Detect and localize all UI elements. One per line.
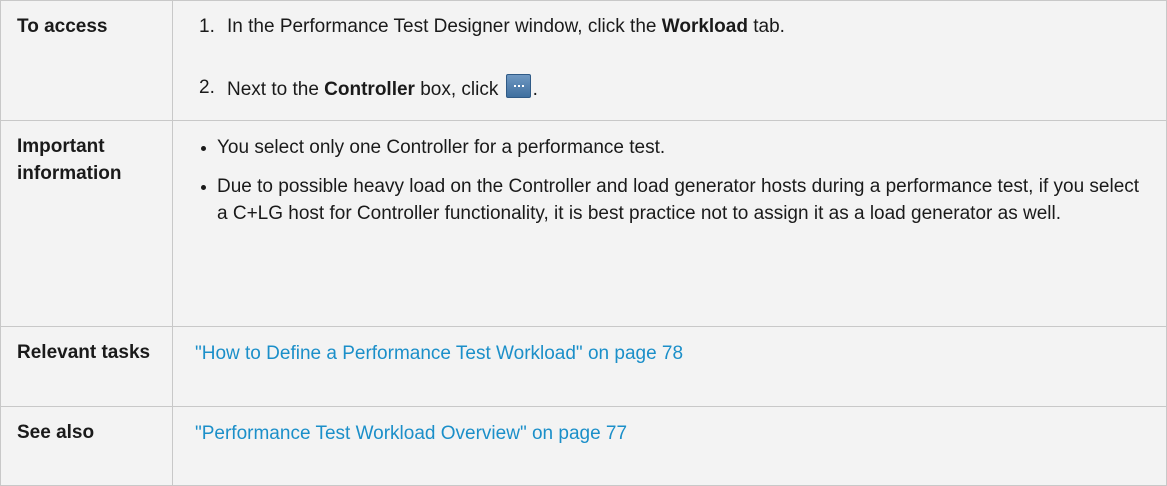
row-see-also: See also "Performance Test Workload Over… [0,406,1167,486]
workload-overview-link[interactable]: "Performance Test Workload Overview" on … [195,423,627,444]
bullet-list: You select only one Controller for a per… [195,134,1146,227]
row-label-to-access: To access [0,0,173,121]
see-also-cell: "Performance Test Workload Overview" on … [172,406,1167,486]
row-label-important-information: Important information [0,120,173,327]
step-text: Next to the [227,79,325,100]
step-text: tab. [747,16,785,37]
info-table: To access 1. In the Performance Test Des… [0,0,1167,486]
step-text: box, click [414,79,504,100]
bullet-item: You select only one Controller for a per… [195,134,1146,161]
step-1: 1. In the Performance Test Designer wind… [195,13,1146,40]
row-to-access: To access 1. In the Performance Test Des… [0,0,1167,121]
how-to-define-workload-link[interactable]: "How to Define a Performance Test Worklo… [195,343,683,364]
access-steps: 1. In the Performance Test Designer wind… [172,0,1167,121]
step-text: . [532,79,538,100]
row-important-information: Important information You select only on… [0,120,1167,327]
row-label-see-also: See also [0,406,173,486]
important-notes: You select only one Controller for a per… [172,120,1167,327]
step-number: 2. [199,77,215,98]
step-number: 1. [199,16,215,37]
row-relevant-tasks: Relevant tasks "How to Define a Performa… [0,326,1167,407]
step-text: In the Performance Test Designer window,… [227,16,662,37]
row-label-relevant-tasks: Relevant tasks [0,326,173,407]
workload-tab-term: Workload [661,16,748,37]
step-2: 2. Next to the Controller box, click . [195,74,1146,103]
controller-term: Controller [324,79,415,100]
ellipsis-button-icon [505,74,531,98]
relevant-tasks-cell: "How to Define a Performance Test Worklo… [172,326,1167,407]
bullet-item: Due to possible heavy load on the Contro… [195,173,1146,227]
